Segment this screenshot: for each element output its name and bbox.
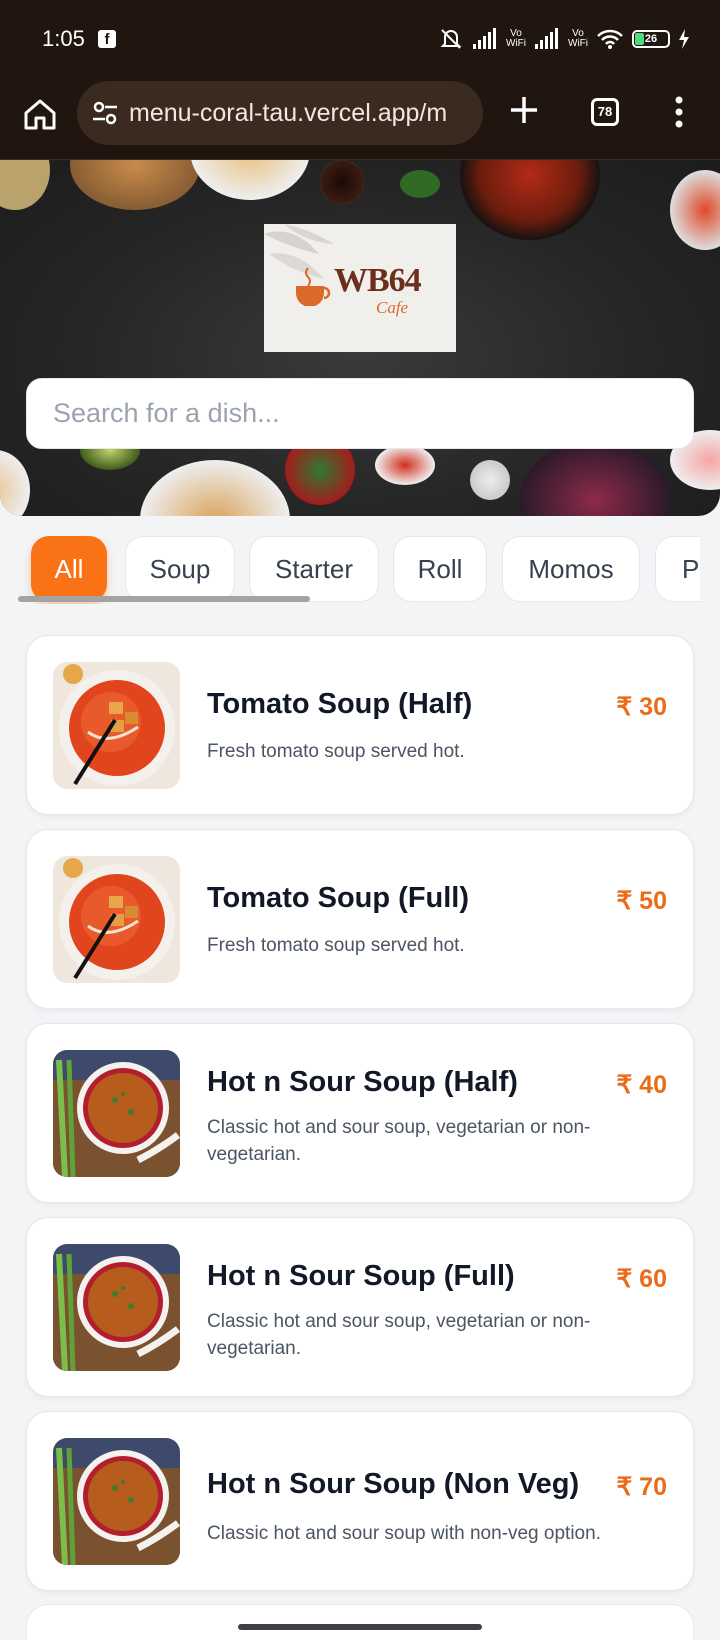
food-plate-image — [400, 170, 440, 198]
menu-item-card[interactable]: Hot n Sour Soup (Non Veg) ₹ 70 Classic h… — [26, 1411, 694, 1591]
category-chip-partial[interactable]: Pa — [655, 536, 700, 602]
browser-toolbar: menu-coral-tau.vercel.app/m 78 — [0, 78, 720, 160]
food-plate-image — [460, 160, 600, 240]
food-plate-image — [470, 460, 510, 500]
menu-item-price: ₹ 70 — [616, 1473, 667, 1501]
hot-sour-soup-image — [53, 1438, 180, 1565]
food-plate-image — [190, 160, 310, 200]
menu-item-price: ₹ 60 — [616, 1265, 667, 1293]
menu-item-description: Fresh tomato soup served hot. — [207, 741, 465, 762]
vowifi-label: Vo WiFi — [506, 28, 526, 49]
category-chip-momos[interactable]: Momos — [502, 536, 640, 602]
category-chip-roll[interactable]: Roll — [393, 536, 487, 602]
status-time: 1:05 — [42, 26, 85, 51]
signal-icon — [535, 28, 558, 49]
food-plate-image — [520, 440, 670, 516]
status-icons: Vo WiFi Vo WiFi 26 — [438, 24, 690, 54]
home-icon[interactable] — [20, 94, 60, 134]
menu-item-card[interactable]: Tomato Soup (Half) ₹ 30 Fresh tomato sou… — [26, 635, 694, 815]
hero-banner: WB64 Cafe — [0, 160, 720, 516]
tomato-soup-image — [53, 662, 180, 789]
search-box[interactable] — [26, 378, 694, 449]
menu-item-name: Tomato Soup (Full) — [207, 882, 470, 914]
food-plate-image — [140, 460, 290, 516]
wifi-icon — [597, 29, 623, 49]
menu-item-price: ₹ 50 — [616, 887, 667, 915]
food-plate-image — [320, 160, 364, 204]
menu-item-name: Hot n Sour Soup (Half) — [207, 1066, 518, 1098]
home-indicator[interactable] — [238, 1624, 482, 1630]
menu-item-description: Fresh tomato soup served hot. — [207, 935, 465, 956]
tune-icon[interactable] — [91, 99, 119, 127]
food-plate-image — [0, 160, 50, 210]
battery-icon: 26 — [632, 30, 670, 48]
address-bar[interactable]: menu-coral-tau.vercel.app/m — [77, 81, 483, 145]
category-chip-starter[interactable]: Starter — [249, 536, 379, 602]
status-bar: 1:05 f Vo WiFi Vo WiFi 26 — [0, 0, 720, 78]
category-chip-all[interactable]: All — [31, 536, 107, 602]
logo-text: WB64 — [334, 262, 422, 299]
menu-item-name: Hot n Sour Soup (Non Veg) — [207, 1468, 580, 1500]
menu-item-price: ₹ 40 — [616, 1071, 667, 1099]
category-scrollbar[interactable] — [18, 596, 310, 602]
cafe-logo: WB64 Cafe — [264, 224, 456, 352]
menu-item-card[interactable]: Hot n Sour Soup (Half) ₹ 40 Classic hot … — [26, 1023, 694, 1203]
food-plate-image — [375, 445, 435, 485]
tab-count: 78 — [597, 104, 613, 119]
tabs-icon[interactable]: 78 — [591, 98, 619, 126]
menu-item-name: Hot n Sour Soup (Full) — [207, 1260, 515, 1292]
coffee-cup-icon — [296, 267, 331, 306]
category-tabs: All Soup Starter Roll Momos Pa — [0, 536, 700, 604]
food-plate-image — [0, 450, 30, 516]
url-text: menu-coral-tau.vercel.app/m — [129, 99, 448, 127]
logo-subtext: Cafe — [376, 298, 409, 317]
menu-item-description: Classic hot and sour soup with non-veg o… — [207, 1523, 601, 1544]
food-plate-image — [670, 170, 720, 250]
menu-item-card[interactable]: Tomato Soup (Full) ₹ 50 Fresh tomato sou… — [26, 829, 694, 1009]
plus-icon[interactable] — [504, 90, 544, 130]
facebook-icon: f — [98, 30, 116, 48]
menu-item-description: Classic hot and sour soup, vegetarian or… — [207, 1117, 591, 1165]
hot-sour-soup-image — [53, 1244, 180, 1371]
more-vert-icon[interactable] — [667, 92, 691, 132]
tomato-soup-image — [53, 856, 180, 983]
mute-icon — [440, 29, 462, 49]
menu-item-card[interactable] — [26, 1604, 694, 1640]
hot-sour-soup-image — [53, 1050, 180, 1177]
search-input[interactable] — [53, 379, 673, 448]
signal-icon — [473, 28, 496, 49]
menu-item-price: ₹ 30 — [616, 693, 667, 721]
vowifi-label: Vo WiFi — [568, 28, 588, 49]
food-plate-image — [70, 160, 200, 210]
charging-icon — [679, 29, 689, 49]
menu-item-description: Classic hot and sour soup, vegetarian or… — [207, 1311, 591, 1359]
category-chip-soup[interactable]: Soup — [125, 536, 235, 602]
menu-item-card[interactable]: Hot n Sour Soup (Full) ₹ 60 Classic hot … — [26, 1217, 694, 1397]
menu-item-name: Tomato Soup (Half) — [207, 688, 473, 720]
